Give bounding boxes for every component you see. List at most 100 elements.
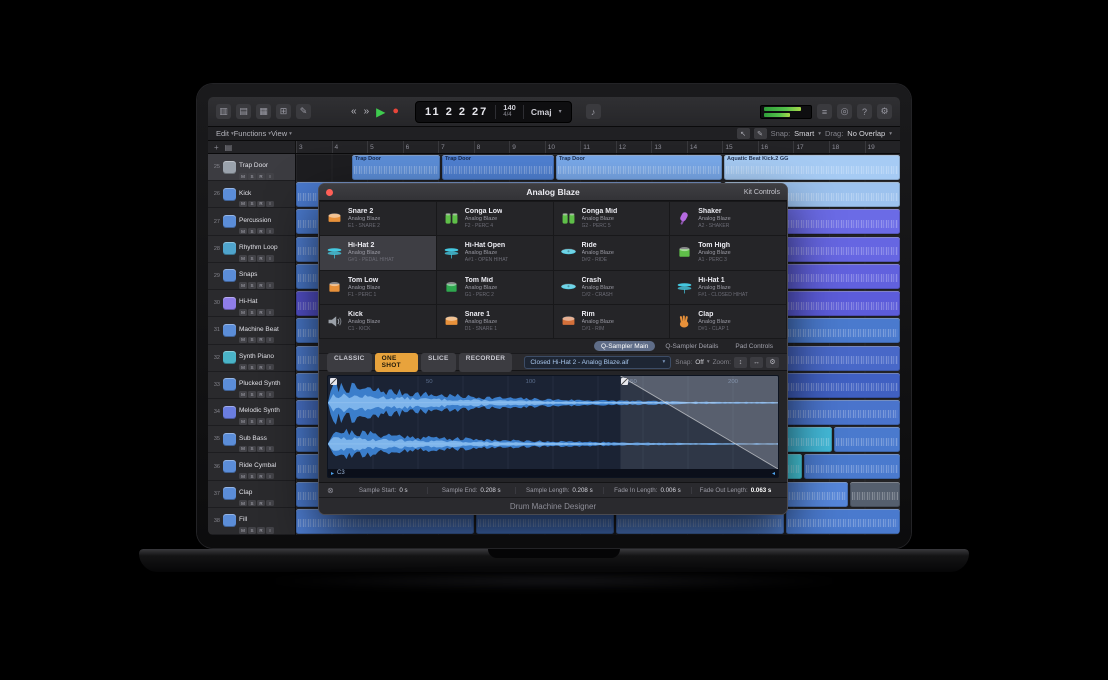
pad-tom-low[interactable]: Tom LowAnalog BlazeF1 - PERC 1 (320, 271, 436, 304)
track-button-i[interactable]: I (266, 337, 274, 344)
tab-q-sampler-main[interactable]: Q-Sampler Main (594, 341, 655, 351)
bar-ruler-numbers[interactable]: 345678910111213141516171819 (296, 141, 900, 153)
track-sub-bass[interactable]: 35Sub BassMSRI (208, 426, 295, 453)
track-button-i[interactable]: I (266, 282, 274, 289)
track-button-m[interactable]: M (239, 228, 247, 235)
track-button-i[interactable]: I (266, 201, 274, 208)
track-button-r[interactable]: R (257, 337, 265, 344)
track-button-s[interactable]: S (248, 500, 256, 507)
track-hi-hat[interactable]: 30Hi-HatMSRI (208, 290, 295, 317)
zoom-horizontal-button[interactable]: ↔ (750, 357, 763, 368)
track-button-m[interactable]: M (239, 255, 247, 262)
waveform-scrollbar[interactable]: ▸ C3 ◂ (328, 469, 778, 477)
pad-crash[interactable]: CrashAnalog BlazeC#2 - CRASH (554, 271, 670, 304)
track-button-i[interactable]: I (266, 391, 274, 398)
track-button-i[interactable]: I (266, 473, 274, 480)
track-button-i[interactable]: I (266, 173, 274, 180)
track-button-s[interactable]: S (248, 364, 256, 371)
mode-recorder[interactable]: RECORDER (459, 353, 513, 372)
fade-out-handle[interactable] (621, 378, 628, 385)
waveform-editor[interactable]: 50100150200 ▸ C3 ◂ (327, 375, 779, 478)
track-melodic-synth[interactable]: 34Melodic SynthMSRI (208, 399, 295, 426)
gear-icon[interactable]: ⚙ (877, 104, 892, 119)
pad-ride[interactable]: RideAnalog BlazeD#2 - RIDE (554, 236, 670, 269)
pad-tom-mid[interactable]: Tom MidAnalog BlazeG1 - PERC 2 (437, 271, 553, 304)
track-button-m[interactable]: M (239, 473, 247, 480)
track-button-r[interactable]: R (257, 446, 265, 453)
track-button-m[interactable]: M (239, 309, 247, 316)
track-trap-door[interactable]: 25Trap DoorMSRI (208, 154, 295, 181)
snap-value[interactable]: Off (695, 359, 704, 366)
region[interactable] (850, 482, 900, 507)
pad-hi-hat-2[interactable]: Hi-Hat 2Analog BlazeG#1 - PEDAL HIHAT (320, 236, 436, 269)
mode-one-shot[interactable]: ONE SHOT (375, 353, 418, 372)
track-button-i[interactable]: I (266, 500, 274, 507)
track-ride-cymbal[interactable]: 36Ride CymbalMSRI (208, 453, 295, 480)
track-button-s[interactable]: S (248, 309, 256, 316)
track-button-m[interactable]: M (239, 201, 247, 208)
sample-file-select[interactable]: Closed Hi-Hat 2 - Analog Blaze.aif ▾ (524, 356, 671, 369)
action-menu-button[interactable]: ⚙ (766, 357, 779, 368)
play-button[interactable]: ▶ (376, 106, 385, 118)
track-button-s[interactable]: S (248, 282, 256, 289)
pad-conga-mid[interactable]: Conga MidAnalog BlazeG2 - PERC 5 (554, 202, 670, 235)
zoom-vertical-button[interactable]: ↕ (734, 357, 747, 368)
track-button-m[interactable]: M (239, 282, 247, 289)
pencil-tool-icon[interactable]: ✎ (754, 128, 767, 139)
list-icon[interactable]: ≡ (817, 104, 832, 119)
track-button-r[interactable]: R (257, 364, 265, 371)
track-synth-piano[interactable]: 32Synth PianoMSRI (208, 345, 295, 372)
track-button-i[interactable]: I (266, 255, 274, 262)
menu-edit[interactable]: Edit▾ (216, 129, 234, 138)
track-machine-beat[interactable]: 31Machine BeatMSRI (208, 317, 295, 344)
track-button-m[interactable]: M (239, 173, 247, 180)
track-button-m[interactable]: M (239, 446, 247, 453)
mode-slice[interactable]: SLICE (421, 353, 456, 372)
track-button-s[interactable]: S (248, 255, 256, 262)
track-button-r[interactable]: R (257, 282, 265, 289)
track-snaps[interactable]: 29SnapsMSRI (208, 263, 295, 290)
pad-tom-high[interactable]: Tom HighAnalog BlazeA1 - PERC 3 (670, 236, 786, 269)
track-button-r[interactable]: R (257, 418, 265, 425)
track-plucked-synth[interactable]: 33Plucked SynthMSRI (208, 372, 295, 399)
track-percussion[interactable]: 27PercussionMSRI (208, 208, 295, 235)
track-button-s[interactable]: S (248, 446, 256, 453)
region[interactable]: Trap Door (352, 155, 440, 180)
pad-hi-hat-1[interactable]: Hi-Hat 1Analog BlazeF#1 - CLOSED HIHAT (670, 271, 786, 304)
region[interactable] (804, 454, 900, 479)
tab-pad-controls[interactable]: Pad Controls (728, 341, 780, 351)
track-button-s[interactable]: S (248, 418, 256, 425)
library-icon[interactable]: ▥ (216, 104, 231, 119)
region[interactable] (834, 427, 900, 452)
scrollbar-left[interactable]: ▸ C3 (331, 470, 345, 477)
note-icon[interactable]: ♪ (586, 104, 601, 119)
track-button-i[interactable]: I (266, 418, 274, 425)
mode-classic[interactable]: CLASSIC (327, 353, 372, 372)
editors-icon[interactable]: ✎ (296, 104, 311, 119)
scroll-right-icon[interactable]: ◂ (772, 470, 775, 477)
track-button-r[interactable]: R (257, 255, 265, 262)
track-button-s[interactable]: S (248, 201, 256, 208)
track-button-s[interactable]: S (248, 473, 256, 480)
track-clap[interactable]: 37ClapMSRI (208, 481, 295, 508)
record-button[interactable]: ● (392, 106, 399, 117)
pad-shaker[interactable]: ShakerAnalog BlazeA2 - SHAKER (670, 202, 786, 235)
track-button-r[interactable]: R (257, 473, 265, 480)
track-button-m[interactable]: M (239, 527, 247, 534)
region[interactable]: Trap Door (442, 155, 554, 180)
help-icon[interactable]: ? (857, 104, 872, 119)
add-track-button[interactable]: + (214, 143, 219, 152)
region[interactable]: Aquatic Beat Kick.2 GG (724, 155, 900, 180)
inspector-icon[interactable]: ▤ (236, 104, 251, 119)
track-button-m[interactable]: M (239, 418, 247, 425)
track-button-r[interactable]: R (257, 228, 265, 235)
pointer-tool-icon[interactable]: ↖ (737, 128, 750, 139)
track-button-m[interactable]: M (239, 364, 247, 371)
track-button-r[interactable]: R (257, 500, 265, 507)
track-button-s[interactable]: S (248, 337, 256, 344)
track-button-r[interactable]: R (257, 527, 265, 534)
region[interactable] (786, 509, 900, 534)
track-button-r[interactable]: R (257, 391, 265, 398)
sample-start-handle[interactable] (330, 378, 337, 385)
menu-functions[interactable]: Functions▾ (234, 129, 271, 138)
